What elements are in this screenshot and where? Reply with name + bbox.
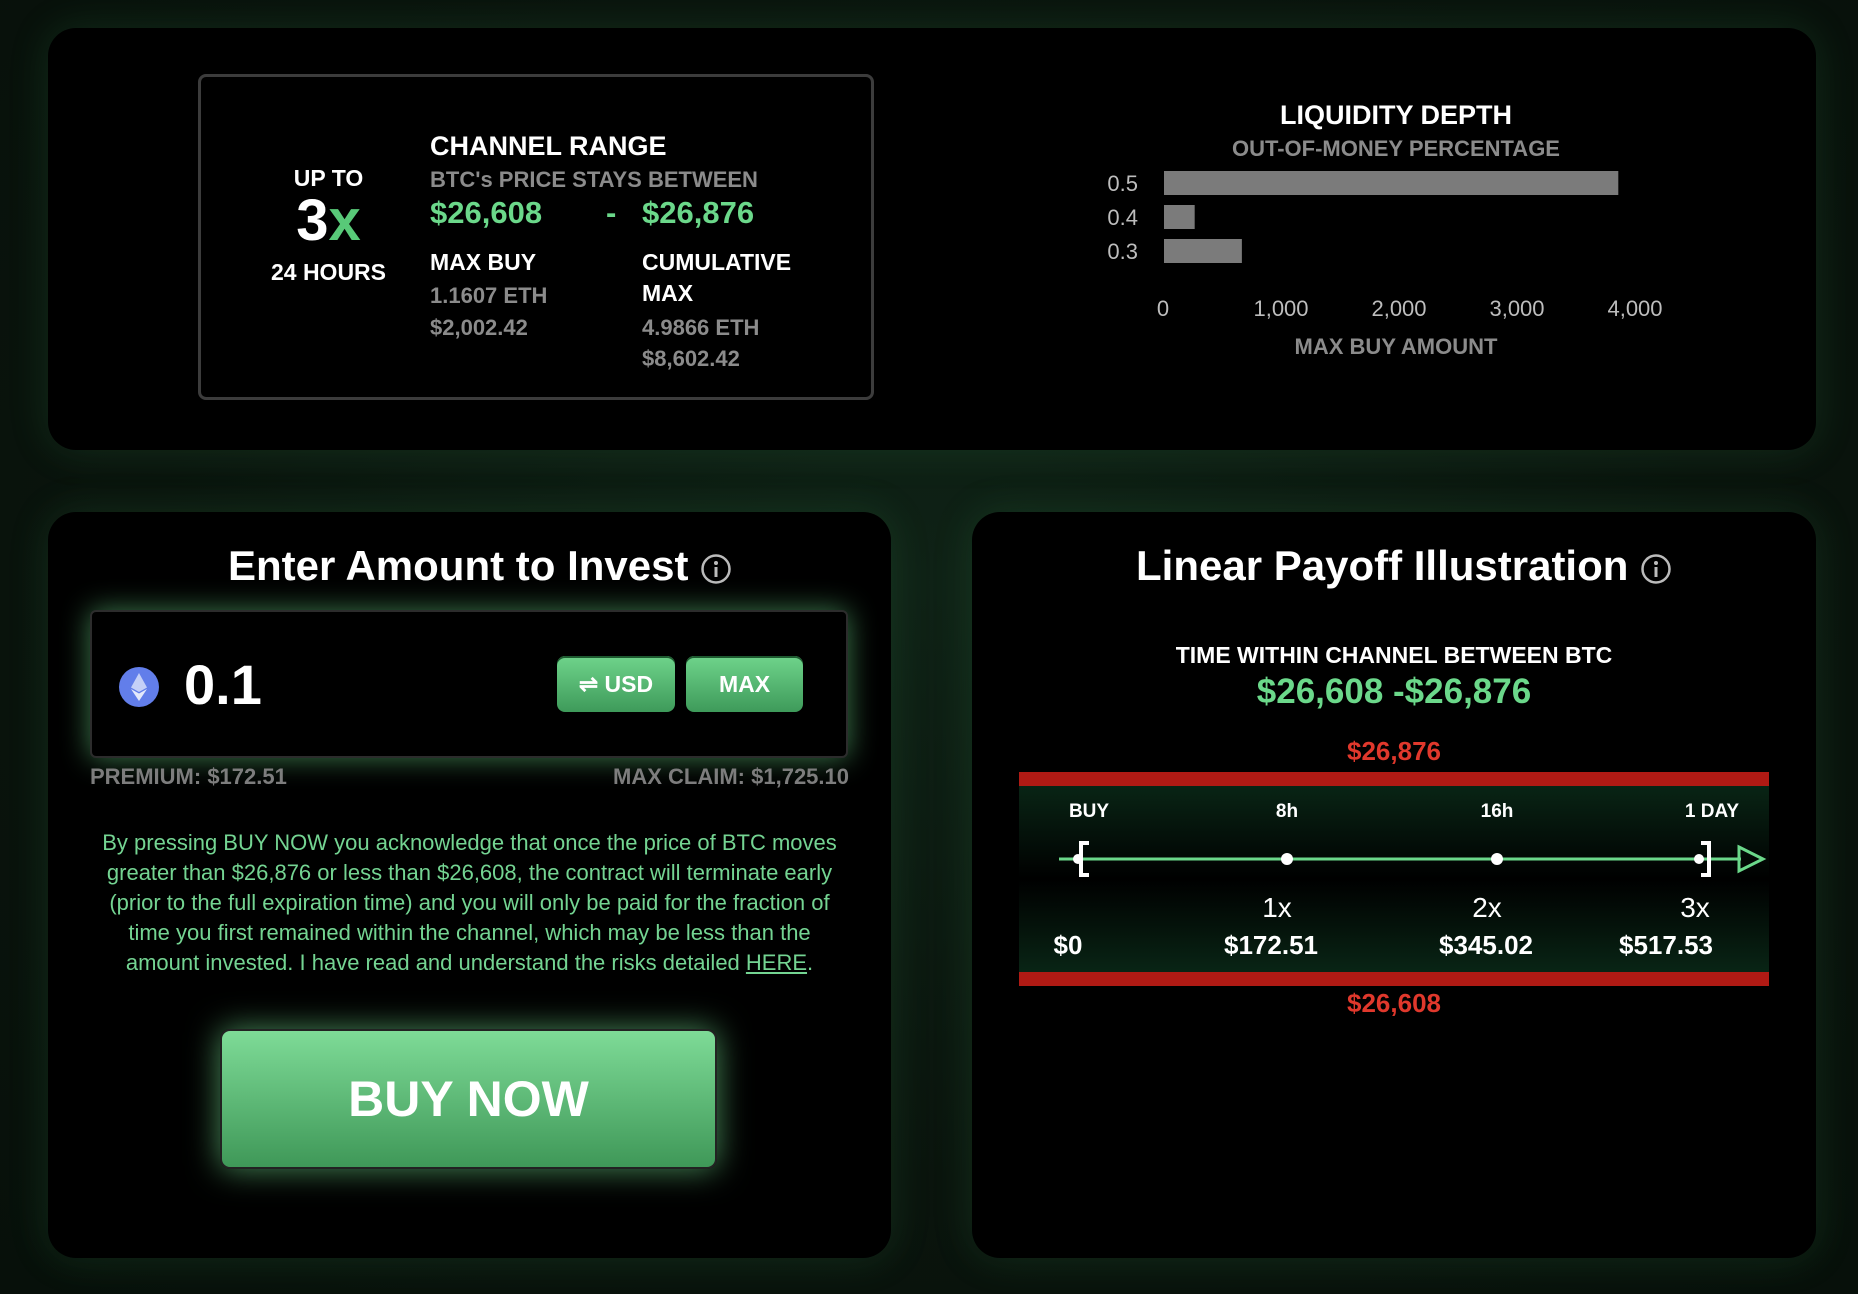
- payout-3: $517.53: [1619, 930, 1713, 960]
- channel-high-price: $26,876: [642, 195, 755, 230]
- x-tick-label: 3,000: [1489, 296, 1544, 321]
- timeline-point: [1694, 854, 1704, 864]
- tick-1-day: 1 DAY: [1685, 801, 1740, 822]
- category-label: 0.5: [1107, 171, 1138, 196]
- max-buy-usd: $2,002.42: [430, 315, 528, 340]
- category-label: 0.4: [1107, 205, 1138, 230]
- x-tick-label: 4,000: [1607, 296, 1662, 321]
- tick-buy: BUY: [1069, 801, 1109, 822]
- info-icon[interactable]: [1640, 553, 1672, 585]
- disclaimer-line: amount invested. I have read and underst…: [78, 948, 861, 978]
- payoff-range: $26,608 -$26,876: [1256, 672, 1532, 711]
- timeline-point: [1073, 854, 1083, 864]
- ethereum-icon: [119, 667, 159, 707]
- risk-disclaimer: By pressing BUY NOW you acknowledge that…: [78, 828, 861, 978]
- upper-bound-line: [1019, 772, 1769, 786]
- x-tick-label: 1,000: [1253, 296, 1308, 321]
- lower-bound-label: $26,608: [1347, 988, 1441, 1018]
- premium-label: PREMIUM: $172.51: [90, 764, 287, 789]
- liquidity-bar-0.5: [1164, 171, 1619, 195]
- payoff-title-text: Linear Payoff Illustration: [1136, 542, 1629, 589]
- upper-bound-label: $26,876: [1347, 736, 1441, 766]
- amount-input-container[interactable]: 0.1 ⇌ USD MAX: [90, 610, 848, 758]
- invest-title-text: Enter Amount to Invest: [228, 542, 689, 589]
- channel-range-subtitle: BTC's PRICE STAYS BETWEEN: [430, 167, 758, 192]
- cumulative-max-label-line1: CUMULATIVE: [642, 249, 792, 275]
- multiplier-value: 3x: [261, 187, 396, 255]
- chart-subtitle: OUT-OF-MONEY PERCENTAGE: [1232, 136, 1560, 161]
- max-claim-label: MAX CLAIM: $1,725.10: [613, 764, 849, 789]
- channel-dash: -: [606, 195, 617, 230]
- tick-16h: 16h: [1481, 801, 1514, 822]
- channel-low-price: $26,608: [430, 195, 543, 230]
- usd-toggle-button[interactable]: ⇌ USD: [557, 656, 675, 712]
- risks-link[interactable]: HERE: [746, 950, 807, 975]
- x-tick-label: 0: [1157, 296, 1169, 321]
- payoff-subtitle: TIME WITHIN CHANNEL BETWEEN BTC: [1175, 642, 1613, 668]
- disclaimer-line: (prior to the full expiration time) and …: [109, 890, 830, 915]
- invest-panel: Enter Amount to Invest 0.1 ⇌ USD MAX PRE…: [48, 512, 891, 1258]
- chart-title: LIQUIDITY DEPTH: [1280, 100, 1512, 130]
- disclaimer-last-text: amount invested. I have read and underst…: [125, 950, 746, 975]
- cumulative-max-usd: $8,602.42: [642, 346, 740, 371]
- swap-icon: ⇌: [578, 671, 599, 697]
- channel-range-title: CHANNEL RANGE: [430, 131, 667, 161]
- liquidity-depth-chart: LIQUIDITY DEPTH OUT-OF-MONEY PERCENTAGE …: [1107, 100, 1662, 359]
- payout-1: $172.51: [1224, 930, 1318, 960]
- multiplier-1x: 1x: [1262, 892, 1292, 923]
- disclaimer-line: greater than $26,876 or less than $26,60…: [106, 860, 833, 885]
- multiplier-3x: 3x: [1680, 892, 1710, 923]
- cumulative-max-label-line2: MAX: [642, 280, 694, 306]
- multiplier-2x: 2x: [1472, 892, 1502, 923]
- x-tick-label: 2,000: [1371, 296, 1426, 321]
- liquidity-bar-0.3: [1164, 239, 1242, 263]
- channel-overview-panel: UP TO 3x 24 HOURS CHANNEL RANGE BTC's PR…: [48, 28, 1816, 450]
- info-icon[interactable]: [700, 553, 732, 585]
- duration-label: 24 HOURS: [270, 259, 387, 285]
- invest-title: Enter Amount to Invest: [228, 542, 732, 590]
- buy-now-button[interactable]: BUY NOW: [220, 1029, 717, 1169]
- payoff-title: Linear Payoff Illustration: [1136, 542, 1672, 590]
- disclaimer-line: By pressing BUY NOW you acknowledge that…: [102, 830, 837, 855]
- payout-0: $0: [1054, 930, 1083, 960]
- usd-button-label: USD: [604, 671, 654, 697]
- multiplier-number: 3: [296, 188, 329, 253]
- channel-range-card: UP TO 3x 24 HOURS CHANNEL RANGE BTC's PR…: [198, 74, 874, 400]
- payout-2: $345.02: [1439, 930, 1533, 960]
- max-buy-label: MAX BUY: [430, 249, 537, 275]
- disclaimer-line: time you first remained within the chann…: [128, 920, 811, 945]
- timeline-point: [1491, 853, 1503, 865]
- timeline-point: [1281, 853, 1293, 865]
- cumulative-max-eth: 4.9866 ETH: [642, 315, 760, 340]
- multiplier-suffix: x: [328, 188, 361, 253]
- lower-bound-line: [1019, 972, 1769, 986]
- max-buy-eth: 1.1607 ETH: [430, 283, 548, 308]
- category-label: 0.3: [1107, 239, 1138, 264]
- chart-x-axis-label: MAX BUY AMOUNT: [1295, 334, 1498, 359]
- tick-8h: 8h: [1276, 801, 1298, 822]
- max-button[interactable]: MAX: [686, 656, 803, 712]
- disclaimer-period: .: [807, 950, 814, 975]
- liquidity-bar-0.4: [1164, 205, 1195, 229]
- payoff-panel: Linear Payoff Illustration TIME WITHIN C…: [972, 512, 1816, 1258]
- payoff-timeline: BUY 8h 16h 1 DAY 1x 2x 3x $0 $172.51 $34…: [1019, 772, 1769, 986]
- amount-value[interactable]: 0.1: [184, 652, 262, 717]
